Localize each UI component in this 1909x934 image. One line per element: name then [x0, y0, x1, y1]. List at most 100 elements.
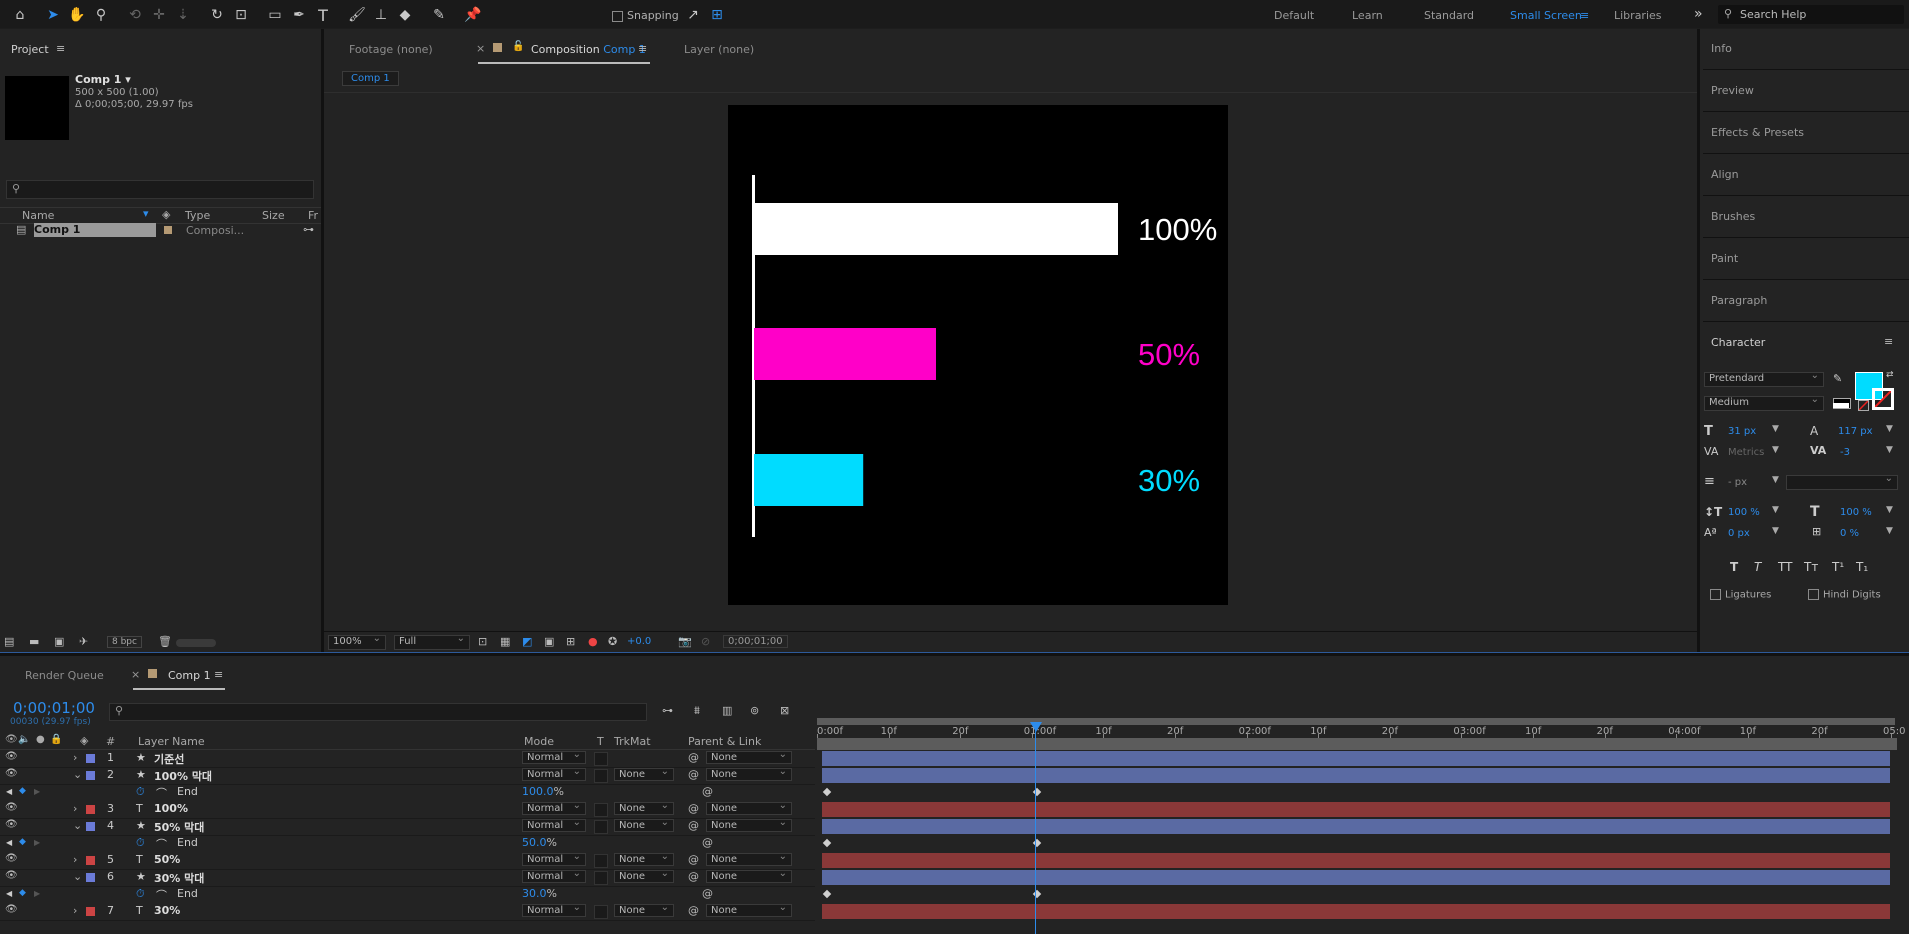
layer-label-swatch[interactable] [86, 771, 95, 780]
eye-icon[interactable]: 👁 [5, 819, 18, 830]
reset-exposure-icon[interactable]: ✪ [608, 635, 617, 648]
transparency-grid-icon[interactable]: ▦ [500, 635, 510, 648]
preserve-transparency-box[interactable] [594, 905, 608, 919]
eye-icon[interactable]: 👁 [5, 802, 18, 813]
eye-icon[interactable]: 👁 [5, 870, 18, 881]
prev-keyframe-icon[interactable]: ◀ [6, 889, 12, 898]
bar-label-3[interactable]: 30% [1138, 463, 1200, 498]
property-value-number[interactable]: 50.0 [522, 836, 547, 849]
tab-render-queue[interactable]: Render Queue [25, 669, 104, 682]
puppet-tool-icon[interactable]: 📌 [462, 4, 484, 26]
layer-duration-bar[interactable] [822, 768, 1890, 783]
layer-name[interactable]: 기준선 [154, 751, 184, 767]
layer-row[interactable]: 👁 › 5 T 50% Normal None @ None [0, 851, 815, 870]
pen-tool-icon[interactable]: ✒ [288, 4, 310, 26]
superscript-button[interactable]: T¹ [1832, 560, 1844, 574]
comp-name-label[interactable]: Comp 1 ▾ [75, 73, 131, 86]
pickwhip-icon[interactable]: @ [688, 819, 699, 832]
bpc-button[interactable]: 8 bpc [107, 636, 142, 648]
layer-duration-bar[interactable] [822, 853, 1890, 868]
twirl-arrow-icon[interactable]: ⌄ [73, 819, 82, 832]
layer-name[interactable]: 50% [154, 853, 180, 866]
faux-bold-button[interactable]: T [1730, 560, 1738, 574]
property-value[interactable]: 100.0% [522, 785, 564, 798]
close-tab-icon[interactable]: × [476, 42, 485, 55]
next-keyframe-icon[interactable]: ▶ [34, 889, 40, 898]
thumbnail-slider[interactable] [176, 639, 216, 647]
fast-previews-icon[interactable]: ⊡ [478, 635, 487, 648]
snapping-toggle[interactable]: Snapping [612, 9, 679, 22]
shy-layers-icon[interactable]: ▥ [722, 704, 732, 717]
snapping-checkbox[interactable] [612, 10, 623, 22]
tab-timeline-comp[interactable]: Comp 1 [168, 669, 211, 682]
layer-row[interactable]: 👁 ⌄ 6 ★ 30% 막대 Normal None @ None [0, 868, 815, 887]
baseline-shift-dropdown-icon[interactable]: ▼ [1772, 526, 1779, 536]
frame-blending-icon[interactable]: ⊚ [750, 704, 759, 717]
pan-tool-icon[interactable]: ✛ [148, 4, 170, 26]
leading-dropdown-icon[interactable]: ▼ [1886, 424, 1893, 434]
track-matte-dropdown[interactable]: None [614, 902, 674, 917]
blend-mode-dropdown[interactable]: Normal [522, 749, 586, 764]
track-matte-dropdown[interactable]: None [614, 851, 674, 866]
show-snapshot-icon[interactable]: ⊘ [701, 635, 710, 648]
bar-label-1[interactable]: 100% [1138, 212, 1217, 247]
comp-tab-menu-icon[interactable]: ≡ [638, 42, 647, 55]
blend-mode-dropdown[interactable]: Normal [522, 851, 586, 866]
preserve-transparency-box[interactable] [594, 752, 608, 766]
pickwhip-icon[interactable]: @ [688, 853, 699, 866]
mask-visibility-icon[interactable]: ◩ [522, 635, 532, 648]
column-name[interactable]: Name [22, 209, 54, 222]
timeline-menu-icon[interactable]: ≡ [214, 668, 223, 681]
hindi-digits-checkbox[interactable] [1808, 589, 1819, 600]
layer-name[interactable]: 100% [154, 802, 188, 815]
graph-icon[interactable]: ⌒ [156, 887, 167, 903]
resolution-dropdown[interactable]: Full [394, 633, 470, 650]
twirl-arrow-icon[interactable]: › [73, 751, 77, 764]
tab-layer[interactable]: Layer (none) [684, 43, 754, 56]
preserve-transparency-box[interactable] [594, 854, 608, 868]
bar-2[interactable] [754, 328, 936, 380]
track-matte-dropdown[interactable]: None [614, 766, 674, 781]
twirl-arrow-icon[interactable]: › [73, 904, 77, 917]
workspace-standard[interactable]: Standard [1424, 9, 1474, 22]
rotate-tool-icon[interactable]: ↻ [206, 4, 228, 26]
pickwhip-icon[interactable]: @ [688, 768, 699, 781]
exposure-value[interactable]: +0.0 [627, 636, 651, 647]
prev-keyframe-icon[interactable]: ◀ [6, 838, 12, 847]
character-panel-tab[interactable]: Character [1711, 336, 1765, 349]
brushes-panel-tab[interactable]: Brushes [1711, 210, 1755, 223]
layer-name[interactable]: 100% 막대 [154, 768, 212, 784]
swap-colors-icon[interactable]: ⇄ [1886, 370, 1894, 380]
dolly-tool-icon[interactable]: ⇣ [172, 4, 194, 26]
snapshot-icon[interactable]: 📷 [678, 635, 692, 648]
pickwhip-icon[interactable]: @ [688, 751, 699, 764]
font-size-value[interactable]: 31 px [1728, 426, 1756, 437]
type-tool-icon[interactable]: T [312, 4, 334, 26]
stroke-width-value[interactable]: - px [1728, 477, 1747, 488]
draft-3d-icon[interactable]: ⩩ [694, 704, 700, 718]
parent-dropdown[interactable]: None [706, 851, 792, 866]
align-panel-tab[interactable]: Align [1711, 168, 1739, 181]
flowchart-icon[interactable]: ⊶ [303, 223, 314, 236]
property-row[interactable]: ◀ ◆ ▶ ⏱ ⌒ End 30.0% @ [0, 886, 815, 903]
layer-label-swatch[interactable] [86, 873, 95, 882]
hand-tool-icon[interactable]: ✋ [66, 4, 88, 26]
playhead-handle[interactable] [1030, 722, 1042, 732]
work-area-range[interactable] [817, 738, 1897, 750]
tab-composition[interactable]: Composition Comp 1 [531, 43, 646, 56]
orbit-tool-icon[interactable]: ⟲ [124, 4, 146, 26]
workspace-learn[interactable]: Learn [1352, 9, 1383, 22]
tracking-value[interactable]: -3 [1840, 447, 1850, 458]
tracking-dropdown-icon[interactable]: ▼ [1886, 445, 1893, 455]
lock-icon[interactable]: 🔓 [512, 41, 524, 52]
project-panel-title[interactable]: Project [11, 43, 49, 56]
eye-icon[interactable]: 👁 [5, 768, 18, 779]
next-keyframe-icon[interactable]: ▶ [34, 838, 40, 847]
blend-mode-dropdown[interactable]: Normal [522, 800, 586, 815]
stroke-color-swatch[interactable] [1872, 388, 1894, 410]
layer-duration-bar[interactable] [822, 870, 1890, 885]
layer-label-swatch[interactable] [86, 856, 95, 865]
column-fr[interactable]: Fr [308, 209, 318, 222]
project-item-name[interactable]: Comp 1 [34, 223, 156, 237]
baseline-shift-value[interactable]: 0 px [1728, 528, 1750, 539]
